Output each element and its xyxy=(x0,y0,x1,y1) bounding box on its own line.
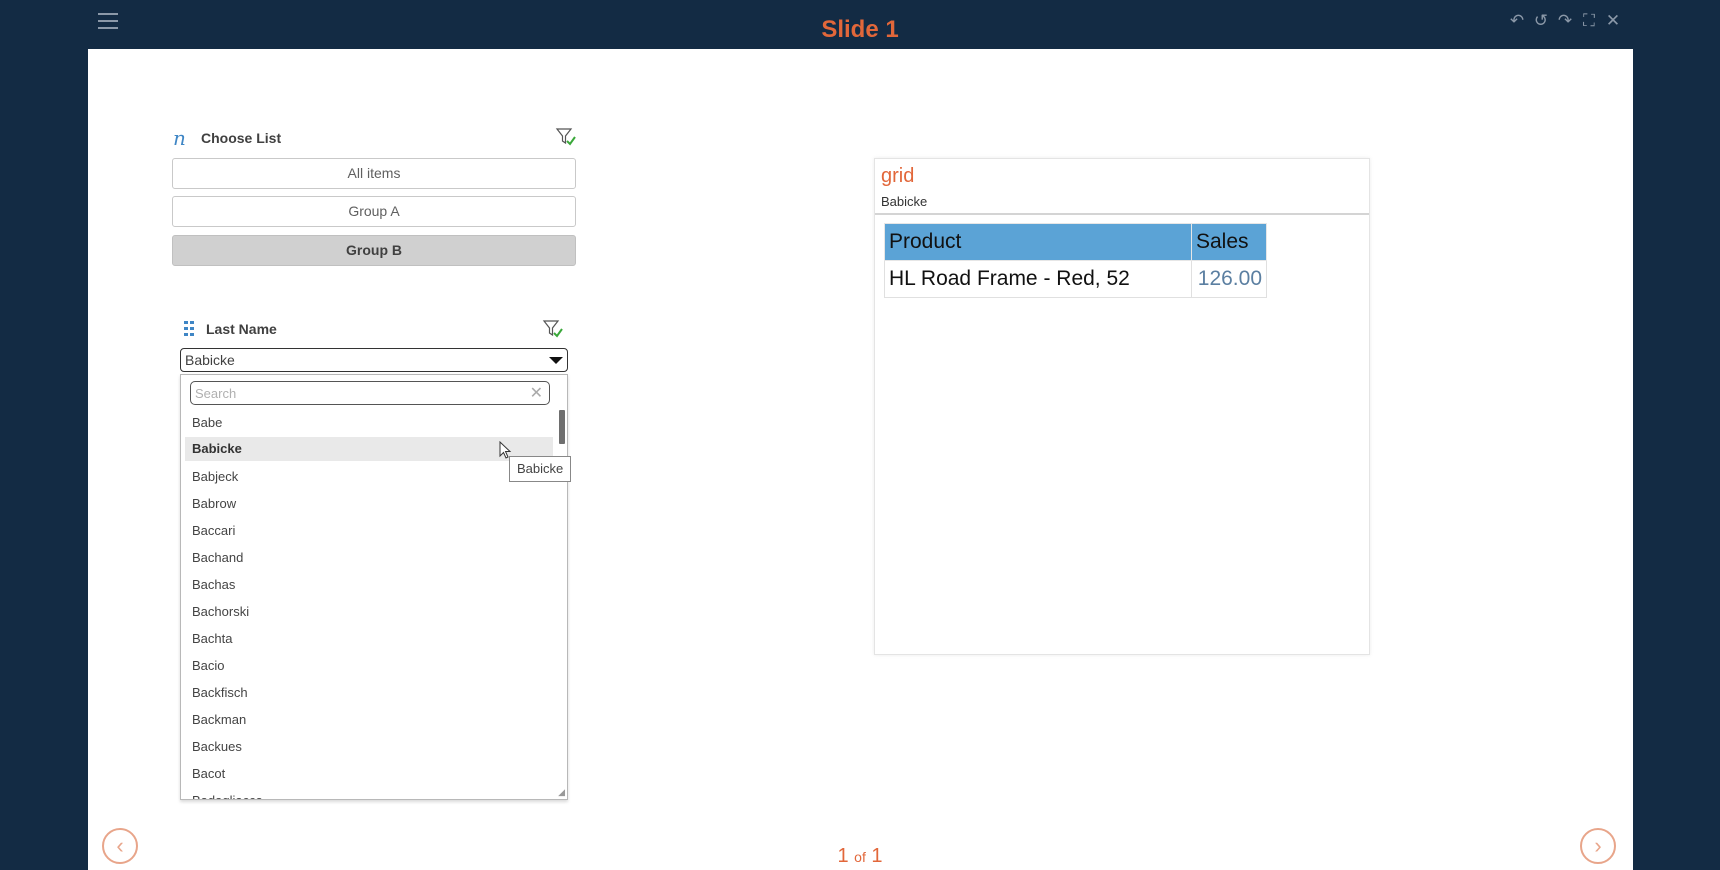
search-box[interactable]: ✕ xyxy=(190,381,550,405)
total-pages: 1 xyxy=(871,845,883,867)
slide-canvas: n Choose List All items Group A Group B … xyxy=(88,49,1633,870)
current-page: 1 xyxy=(837,845,849,867)
top-bar: Slide 1 ↶ ↺ ↷ ⛶ ✕ xyxy=(0,0,1720,50)
list-item[interactable]: Bachorski xyxy=(185,598,553,625)
list-item[interactable]: Babrow xyxy=(185,490,553,517)
undo-icon[interactable]: ↶ xyxy=(1508,10,1526,32)
search-input[interactable] xyxy=(195,384,525,402)
list-item[interactable]: Backues xyxy=(185,733,553,760)
close-icon[interactable]: ✕ xyxy=(1604,10,1622,32)
list-item-group-b[interactable]: Group B xyxy=(172,235,576,266)
resize-grip-icon[interactable]: ◢ xyxy=(558,787,565,798)
tooltip: Babicke xyxy=(509,456,572,482)
last-name-title: Last Name xyxy=(206,321,277,337)
chevron-down-icon[interactable] xyxy=(549,357,563,364)
clear-search-icon[interactable]: ✕ xyxy=(530,383,543,403)
options-list: Babe Babicke Babjeck Babrow Baccari Bach… xyxy=(185,409,553,799)
page-counter: 1 of 1 xyxy=(0,845,1720,868)
table-header-row: Product Sales xyxy=(884,223,1267,261)
table-row[interactable]: HL Road Frame - Red, 52 126.00 xyxy=(884,260,1267,298)
list-item-all-items[interactable]: All items xyxy=(172,158,576,189)
toolbar: ↶ ↺ ↷ ⛶ ✕ xyxy=(1508,10,1622,32)
column-header-product[interactable]: Product xyxy=(884,223,1192,261)
list-item[interactable]: Bachas xyxy=(185,571,553,598)
next-slide-button[interactable]: › xyxy=(1580,828,1616,864)
last-name-combobox[interactable]: Babicke xyxy=(180,348,568,372)
grid-title: grid xyxy=(881,165,915,187)
list-item-selected[interactable]: Babicke xyxy=(185,437,553,461)
list-item[interactable]: Backfisch xyxy=(185,679,553,706)
last-name-header: Last Name xyxy=(184,320,576,344)
grid-subtitle: Babicke xyxy=(881,194,928,209)
column-header-sales[interactable]: Sales xyxy=(1191,223,1267,261)
list-item[interactable]: Baccari xyxy=(185,517,553,544)
divider xyxy=(875,213,1369,215)
undo-all-icon[interactable]: ↺ xyxy=(1532,10,1550,32)
dropdown-slicer-icon xyxy=(184,321,196,337)
list-item[interactable]: Badagliacca xyxy=(185,787,553,799)
scrollbar-thumb[interactable] xyxy=(559,410,565,444)
list-item[interactable]: Babjeck xyxy=(185,463,553,490)
clear-filter-icon[interactable] xyxy=(542,318,564,340)
mouse-cursor-icon xyxy=(499,441,512,459)
last-name-dropdown-list: ✕ Babe Babicke Babjeck Babrow Baccari Ba… xyxy=(180,374,568,800)
list-item-group-a[interactable]: Group A xyxy=(172,196,576,227)
list-item[interactable]: Babe xyxy=(185,409,553,436)
list-item[interactable]: Bacio xyxy=(185,652,553,679)
data-table: Product Sales HL Road Frame - Red, 52 12… xyxy=(884,223,1267,298)
choose-list-header: n Choose List xyxy=(173,126,577,152)
list-item[interactable]: Bacot xyxy=(185,760,553,787)
cell-product: HL Road Frame - Red, 52 xyxy=(884,260,1192,298)
grid-panel: grid Babicke Product Sales HL Road Frame… xyxy=(874,158,1370,655)
cell-sales: 126.00 xyxy=(1191,260,1267,298)
fullscreen-icon[interactable]: ⛶ xyxy=(1580,10,1598,32)
combobox-value: Babicke xyxy=(185,352,235,368)
slide-title: Slide 1 xyxy=(821,16,899,43)
redo-icon[interactable]: ↷ xyxy=(1556,10,1574,32)
page-of-label: of xyxy=(854,849,866,865)
list-item[interactable]: Bachand xyxy=(185,544,553,571)
list-slicer-icon: n xyxy=(173,126,186,150)
choose-list-title: Choose List xyxy=(201,130,282,146)
clear-filter-icon[interactable] xyxy=(555,126,577,148)
list-item[interactable]: Bachta xyxy=(185,625,553,652)
list-item[interactable]: Backman xyxy=(185,706,553,733)
